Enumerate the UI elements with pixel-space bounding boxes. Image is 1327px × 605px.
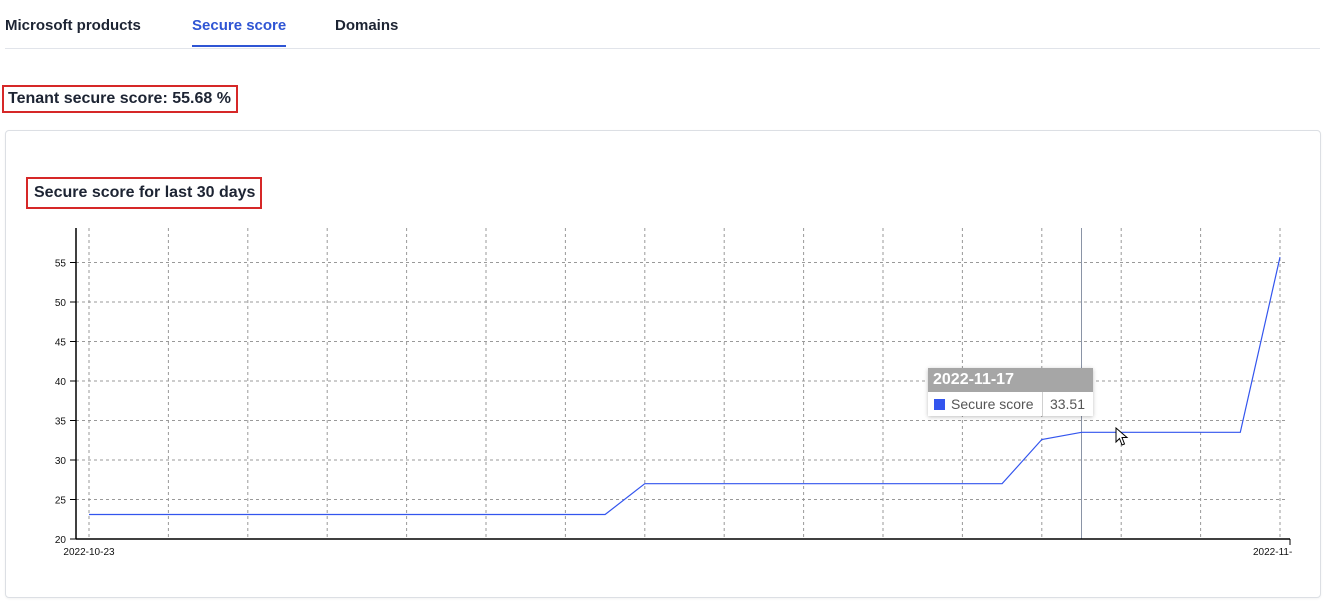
y-tick-label: 45	[55, 338, 67, 349]
y-tick-label: 20	[55, 535, 67, 546]
y-tick-label: 55	[55, 259, 67, 270]
tooltip-value: 33.51	[1041, 392, 1093, 416]
mouse-cursor-icon	[1115, 427, 1129, 446]
tooltip-date: 2022-11-17	[928, 368, 1093, 392]
y-tick-label: 40	[55, 377, 67, 388]
y-tick-label: 35	[55, 417, 67, 428]
y-tick-label: 30	[55, 456, 67, 467]
y-tick-label: 50	[55, 298, 67, 309]
secure-score-chart[interactable]: 20 25 30 35 40 45 50 55 2022-10-23 2022-11-	[0, 0, 1327, 605]
tooltip-series-name: Secure score	[951, 396, 1034, 412]
chart-tooltip: 2022-11-17 Secure score 33.51	[928, 368, 1093, 416]
x-tick-label: 2022-11-	[1253, 547, 1292, 558]
series-swatch	[934, 398, 945, 410]
y-tick-label: 25	[55, 496, 67, 507]
x-tick-label: 2022-10-23	[63, 547, 115, 558]
series-line-secure-score	[89, 256, 1281, 516]
